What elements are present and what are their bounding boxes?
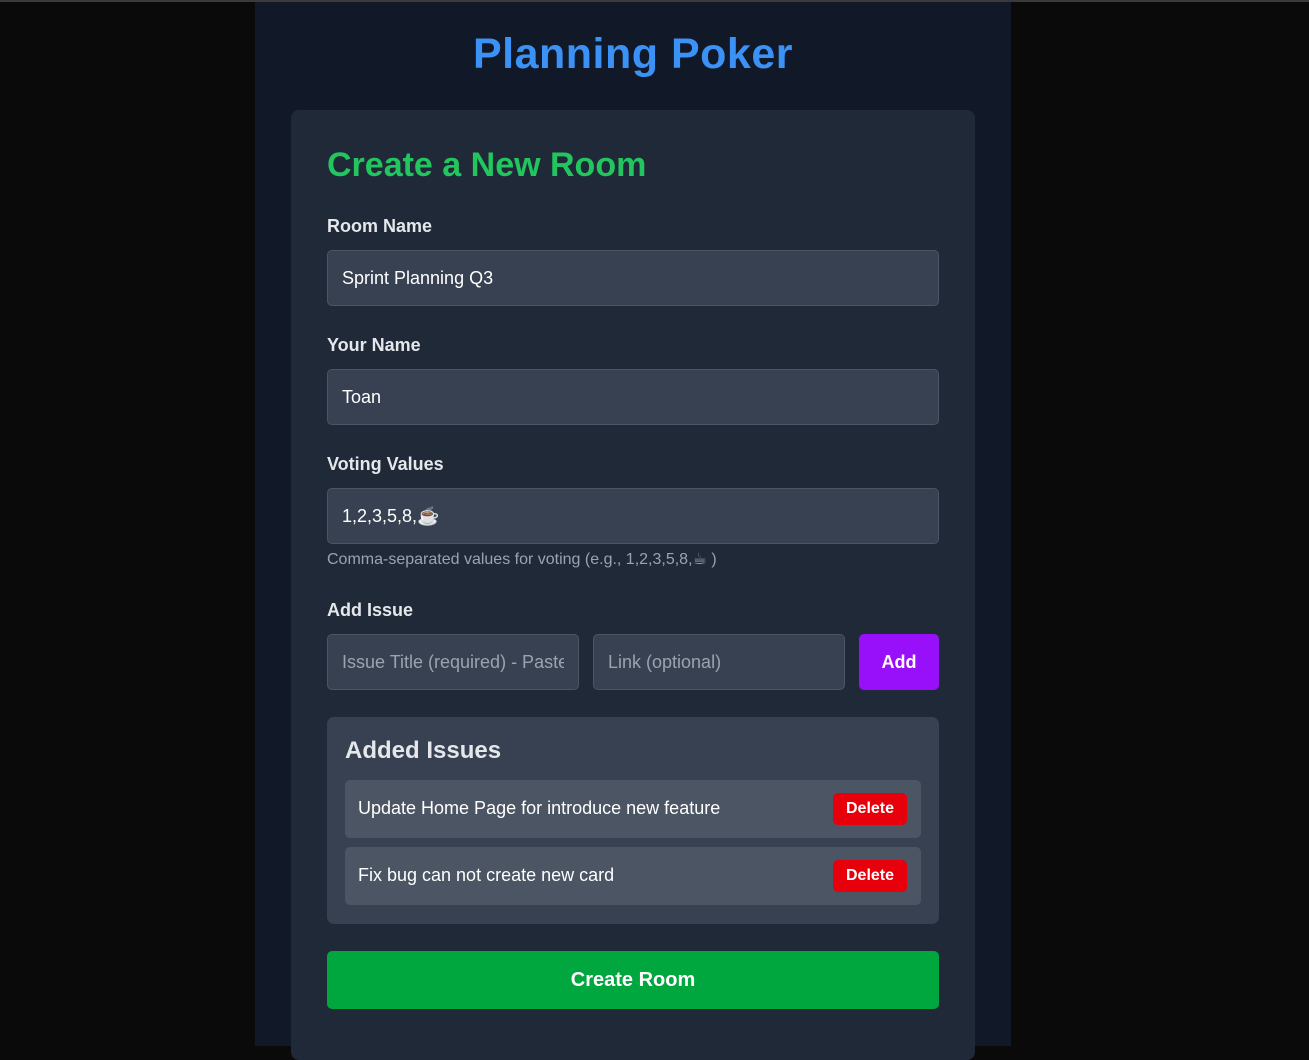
create-room-heading: Create a New Room	[327, 146, 647, 184]
issue-link-input[interactable]	[593, 634, 845, 690]
room-name-input[interactable]	[327, 250, 939, 306]
your-name-label: Your Name	[327, 335, 421, 355]
issue-title: Fix bug can not create new card	[358, 865, 615, 885]
voting-values-input[interactable]	[327, 488, 939, 544]
added-issues-panel: Added Issues Update Home Page for introd…	[327, 717, 939, 924]
issue-list-item: Fix bug can not create new card Delete	[345, 847, 921, 905]
create-room-card: Create a New Room Room Name Your Name Vo…	[291, 110, 975, 1060]
voting-values-hint: Comma-separated values for voting (e.g.,…	[327, 551, 717, 568]
add-issue-button[interactable]: Add	[859, 634, 939, 690]
your-name-input[interactable]	[327, 369, 939, 425]
added-issues-heading: Added Issues	[345, 737, 502, 764]
create-room-button[interactable]: Create Room	[327, 951, 939, 1009]
add-issue-label: Add Issue	[327, 600, 414, 620]
room-name-label: Room Name	[327, 216, 433, 236]
issue-title: Update Home Page for introduce new featu…	[358, 798, 721, 818]
issue-title-input[interactable]	[327, 634, 579, 690]
page-container: Planning Poker Create a New Room Room Na…	[255, 2, 1011, 1060]
issue-list-item: Update Home Page for introduce new featu…	[345, 780, 921, 838]
app-title: Planning Poker	[472, 30, 793, 78]
voting-values-label: Voting Values	[327, 454, 444, 474]
delete-issue-button[interactable]: Delete	[833, 793, 907, 825]
delete-issue-button[interactable]: Delete	[833, 860, 907, 892]
